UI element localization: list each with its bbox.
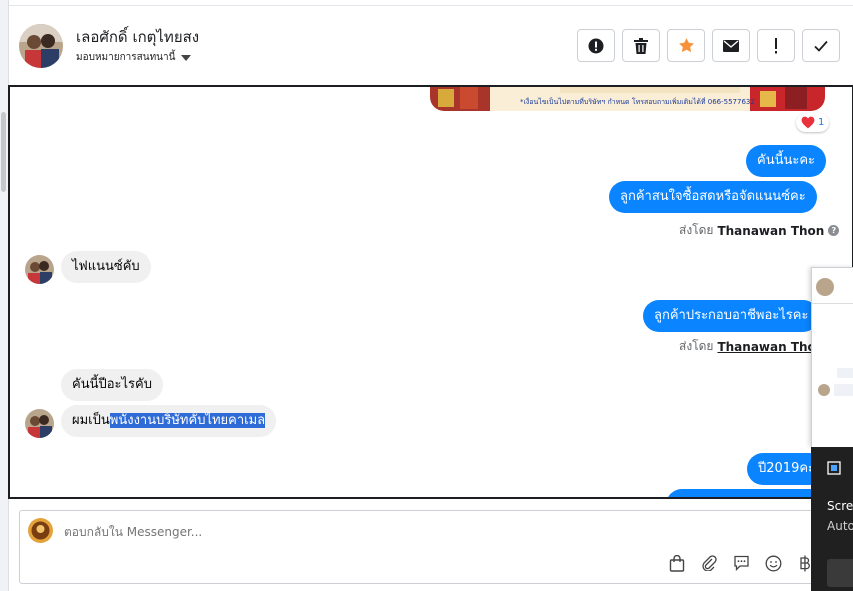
- help-icon[interactable]: ?: [828, 225, 840, 236]
- heart-icon: [801, 116, 815, 129]
- emoji-icon[interactable]: [764, 554, 782, 572]
- conversation-header: เลอศักดิ์ เกตุไทยสง มอบหมายการสนทนานี้: [9, 5, 853, 85]
- contact-name: เลอศักดิ์ เกตุไทยสง: [76, 28, 200, 46]
- message-text: ผมเป็น: [72, 413, 110, 428]
- shopping-bag-icon[interactable]: [668, 554, 686, 572]
- message-bubble-outgoing-partial[interactable]: [666, 489, 826, 497]
- paperclip-icon[interactable]: [700, 554, 718, 572]
- message-bubble-outgoing[interactable]: ลูกค้าสนใจซื้อสดหรือจัดแนนซ์คะ: [609, 181, 817, 213]
- composer-toolbar: [668, 554, 814, 572]
- screenshot-icon: [827, 461, 841, 475]
- sent-by-prefix: ส่งโดย: [679, 223, 714, 237]
- message-bubble-incoming[interactable]: คันนี้ปีอะไรคับ: [61, 369, 163, 401]
- sender-avatar[interactable]: [25, 409, 54, 438]
- star-button[interactable]: [667, 29, 705, 62]
- assign-conversation-dropdown[interactable]: มอบหมายการสนทนานี้: [76, 50, 192, 65]
- preview-avatar: [818, 384, 830, 396]
- envelope-icon: [723, 39, 739, 52]
- sent-by-prefix: ส่งโดย: [679, 339, 714, 353]
- sent-by-label: ส่งโดย Thanawan Thon: [679, 337, 824, 356]
- mark-spam-button[interactable]: [577, 29, 615, 62]
- message-bubble-outgoing[interactable]: ลูกค้าประกอบอาชีพอะไรคะ: [643, 300, 820, 332]
- delete-button[interactable]: [622, 29, 660, 62]
- image-attachment[interactable]: *เงื่อนไขเป็นไปตามที่บริษัทฯ กำหนด โทรสอ…: [430, 87, 825, 111]
- notification-body: Auto: [827, 519, 853, 533]
- star-icon: [678, 38, 694, 53]
- message-bubble-incoming[interactable]: ไฟแนนซ์คับ: [61, 251, 151, 283]
- selected-text: พนังงานบริษัทคับไทยคาเมล: [109, 413, 266, 428]
- notification-action-button[interactable]: [827, 559, 853, 587]
- sent-by-label: ส่งโดย Thanawan Thon ?: [679, 221, 840, 240]
- contact-avatar[interactable]: [19, 24, 63, 68]
- mark-unread-button[interactable]: [712, 29, 750, 62]
- floating-chat-preview[interactable]: [811, 267, 853, 447]
- trash-icon: [634, 37, 648, 54]
- reaction-count: 1: [818, 117, 825, 128]
- preview-avatar: [816, 278, 834, 296]
- inbox-conversation-view: เลอศักดิ์ เกตุไทยสง มอบหมายการสนทนานี้ *…: [0, 0, 853, 591]
- page-avatar: [28, 518, 53, 543]
- reaction-badge[interactable]: 1: [796, 113, 830, 132]
- left-scrollbar-thumb[interactable]: [1, 112, 6, 192]
- banner-text: *เงื่อนไขเป็นไปตามที่บริษัทฯ กำหนด โทรสอ…: [520, 98, 755, 106]
- saved-replies-icon[interactable]: [732, 554, 750, 572]
- conversation-actions: [577, 29, 840, 62]
- check-icon: [814, 40, 828, 52]
- message-thread[interactable]: *เงื่อนไขเป็นไปตามที่บริษัทฯ กำหนด โทรสอ…: [8, 85, 853, 499]
- chevron-down-icon: [181, 54, 192, 61]
- notification-title: Scre: [827, 499, 853, 513]
- message-bubble-incoming[interactable]: ผมเป็นพนังงานบริษัทคับไทยคาเมล: [61, 405, 277, 437]
- exclamation-icon: [775, 37, 777, 53]
- alert-circle-icon: [588, 38, 604, 53]
- follow-up-button[interactable]: [757, 29, 795, 62]
- reply-input[interactable]: [64, 525, 664, 539]
- sent-by-agent[interactable]: Thanawan Thon: [717, 224, 824, 238]
- sender-avatar[interactable]: [25, 255, 54, 284]
- system-notification[interactable]: Scre Auto: [811, 447, 853, 591]
- mark-done-button[interactable]: [802, 29, 840, 62]
- assign-label: มอบหมายการสนทนานี้: [76, 52, 176, 63]
- sent-by-agent-link[interactable]: Thanawan Thon: [717, 340, 824, 354]
- message-bubble-outgoing[interactable]: คันนี้นะคะ: [746, 145, 827, 177]
- preview-message: [837, 368, 853, 378]
- reply-composer: [19, 510, 839, 584]
- preview-message: [834, 384, 853, 396]
- preview-divider: [812, 303, 853, 304]
